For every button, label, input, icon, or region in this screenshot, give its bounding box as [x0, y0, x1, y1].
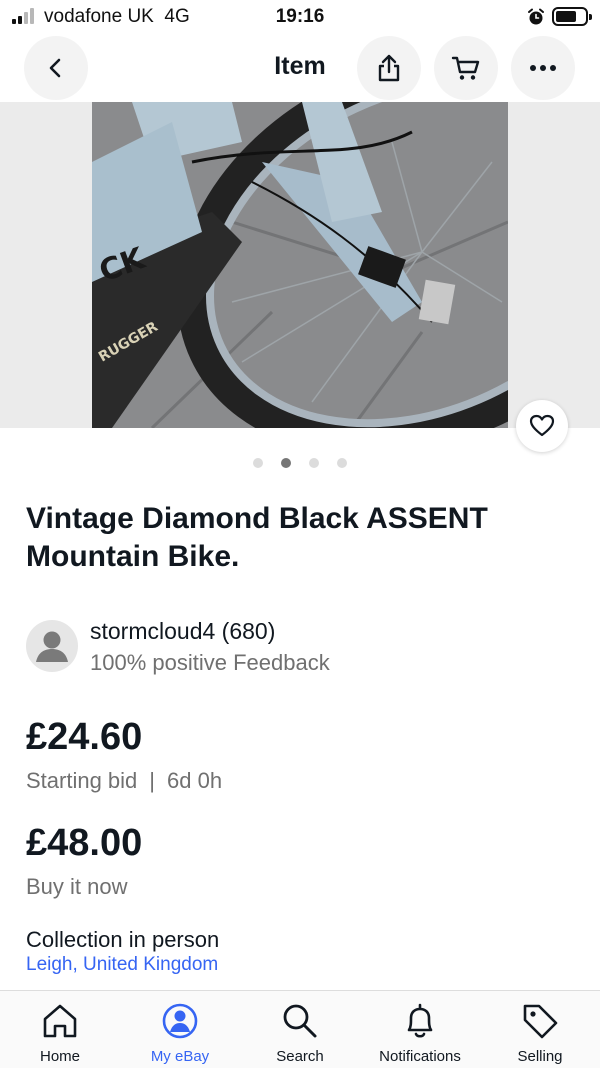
nav-header: Item — [0, 34, 600, 102]
cart-icon — [451, 56, 480, 80]
gallery-dot[interactable] — [337, 458, 347, 468]
item-photo[interactable]: CK RUGGER — [92, 102, 508, 428]
more-button[interactable] — [511, 36, 575, 100]
gallery-dot-active[interactable] — [281, 458, 291, 468]
user-icon — [36, 631, 68, 662]
alarm-icon — [528, 8, 544, 25]
share-icon — [378, 54, 400, 82]
watch-button[interactable] — [516, 400, 568, 452]
tab-notifications[interactable]: Notifications — [360, 991, 480, 1068]
seller-feedback: 100% positive Feedback — [90, 650, 330, 675]
bell-icon — [407, 1003, 433, 1038]
tab-my-ebay[interactable]: My eBay — [120, 991, 240, 1068]
profile-icon — [162, 1003, 198, 1039]
tab-selling-label: Selling — [517, 1048, 563, 1065]
time-left: 6d 0h — [167, 768, 223, 793]
bike-photo: CK RUGGER — [92, 102, 508, 428]
status-bar: vodafone UK 4G 19:16 — [0, 0, 600, 34]
home-icon — [43, 1004, 77, 1038]
tab-search[interactable]: Search — [240, 991, 360, 1068]
share-button[interactable] — [357, 36, 421, 100]
bottom-tab-bar: Home My eBay Search Notifications Sellin… — [0, 990, 600, 1068]
item-title: Vintage Diamond Black ASSENT Mountain Bi… — [26, 502, 488, 573]
tab-home-label: Home — [39, 1048, 80, 1065]
seller-info[interactable]: stormcloud4 (680) 100% positive Feedback — [26, 618, 586, 678]
buy-now-label: Buy it now — [26, 874, 128, 899]
current-bid-price: £24.60 — [26, 716, 143, 758]
bid-separator: | — [149, 768, 156, 793]
battery-icon — [552, 7, 592, 26]
clock: 19:16 — [275, 6, 325, 27]
gallery-dot[interactable] — [253, 458, 263, 468]
tag-icon — [523, 1004, 558, 1039]
bid-info: Starting bid | 6d 0h — [26, 768, 222, 794]
buy-now-price: £48.00 — [26, 822, 143, 864]
page-title: Item — [274, 52, 326, 80]
item-location-link[interactable]: Leigh, United Kingdom — [26, 954, 218, 976]
tab-selling[interactable]: Selling — [480, 991, 600, 1068]
image-gallery[interactable]: CK RUGGER — [0, 102, 600, 428]
tab-notifications-label: Notifications — [379, 1048, 461, 1065]
tab-home[interactable]: Home — [0, 991, 120, 1068]
tab-my-ebay-label: My eBay — [150, 1048, 210, 1065]
seller-avatar[interactable] — [26, 620, 78, 672]
more-icon — [530, 65, 556, 71]
search-icon — [283, 1004, 317, 1038]
gallery-pagination — [0, 458, 600, 472]
delivery-method: Collection in person — [26, 927, 220, 952]
bid-label: Starting bid — [26, 768, 138, 793]
tab-search-label: Search — [276, 1048, 324, 1065]
seller-name[interactable]: stormcloud4 (680) — [90, 618, 275, 645]
gallery-dot[interactable] — [309, 458, 319, 468]
heart-icon — [529, 414, 555, 437]
cart-button[interactable] — [434, 36, 498, 100]
